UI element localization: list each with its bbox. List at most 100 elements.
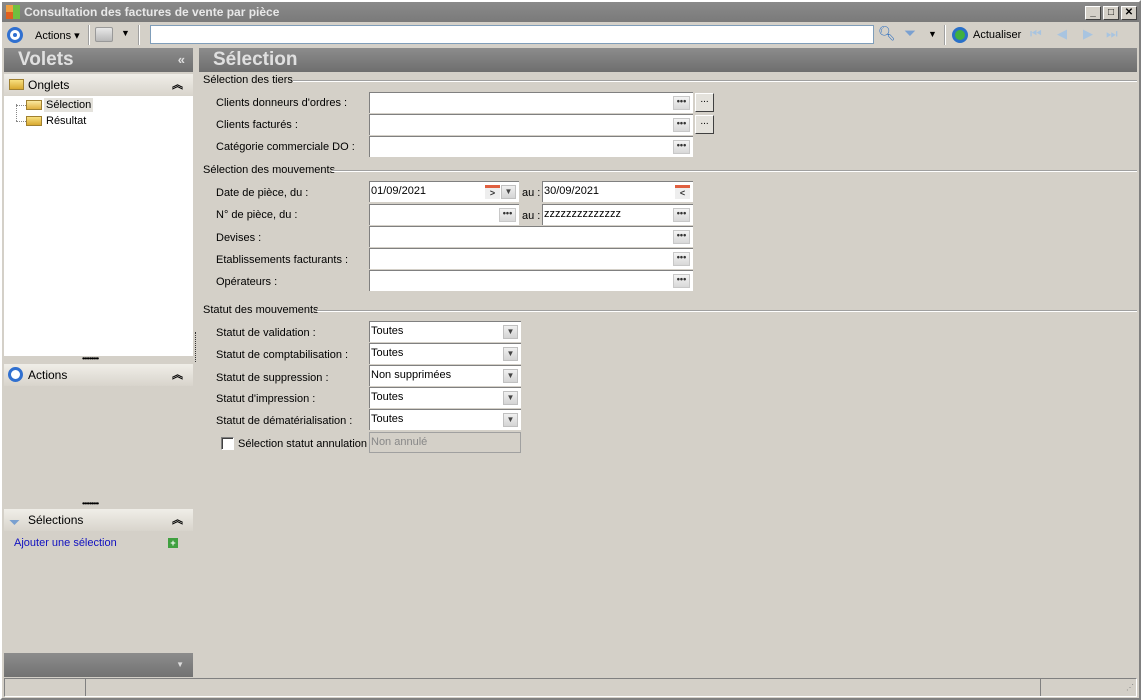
field-value: zzzzzzzzzzzzzz bbox=[544, 208, 621, 220]
field-value: 30/09/2021 bbox=[544, 185, 600, 197]
splitter-handle[interactable]: ••••••••• bbox=[82, 354, 99, 363]
statut-dematerialisation-select[interactable]: Toutes ▼ bbox=[369, 409, 521, 430]
divider bbox=[332, 170, 1137, 172]
vertical-splitter[interactable] bbox=[195, 332, 196, 362]
tabs-tree: Sélection Résultat bbox=[4, 96, 193, 356]
open-folder-icon bbox=[26, 100, 42, 110]
devises-input[interactable]: ••• bbox=[369, 226, 693, 247]
lookup-icon[interactable]: ••• bbox=[673, 96, 690, 110]
statut-impression-select[interactable]: Toutes ▼ bbox=[369, 387, 521, 408]
collapse-icon[interactable]: ︽ bbox=[172, 509, 183, 531]
statut-validation-select[interactable]: Toutes ▼ bbox=[369, 321, 521, 342]
actions-menu-label: Actions bbox=[35, 30, 72, 42]
maximize-button[interactable]: □ bbox=[1103, 6, 1119, 20]
select-value: Toutes bbox=[371, 413, 404, 425]
status-divider bbox=[1040, 679, 1041, 696]
print-icon[interactable] bbox=[95, 27, 113, 42]
piece-to-input[interactable]: zzzzzzzzzzzzzz ••• bbox=[542, 204, 693, 225]
volets-title: Volets bbox=[18, 49, 74, 70]
filter-icon: ⏷ bbox=[9, 514, 21, 530]
field-label: Date de pièce, du : bbox=[216, 187, 309, 199]
lookup-icon[interactable]: ••• bbox=[673, 252, 690, 266]
next-record-icon[interactable]: ▶ bbox=[1083, 26, 1093, 42]
field-label: N° de pièce, du : bbox=[216, 209, 298, 221]
section-title-tiers: Sélection des tiers bbox=[203, 74, 293, 86]
search-input[interactable] bbox=[150, 25, 874, 44]
annulation-checkbox[interactable] bbox=[221, 437, 234, 450]
divider bbox=[317, 310, 1137, 312]
first-record-icon[interactable]: ⏮ bbox=[1030, 26, 1042, 42]
extended-search-button[interactable]: ... bbox=[695, 115, 714, 134]
refresh-icon[interactable] bbox=[952, 27, 968, 43]
select-value: Toutes bbox=[371, 325, 404, 337]
toolbar: Actions ▾ ▼ 🔍︎ ⏷ ▼ Actualiser ⏮ ◀ ▶ ⏭ bbox=[2, 23, 1139, 47]
search-icon[interactable]: 🔍︎ bbox=[878, 25, 896, 42]
statut-suppression-select[interactable]: Non supprimées ▼ bbox=[369, 365, 521, 386]
last-record-icon[interactable]: ⏭ bbox=[1106, 26, 1118, 42]
print-dropdown-icon[interactable]: ▼ bbox=[121, 28, 130, 38]
clients-factures-input[interactable]: ••• bbox=[369, 114, 693, 135]
main-header: Sélection bbox=[199, 48, 1137, 72]
date-to-input[interactable]: 30/09/2021 < bbox=[542, 181, 693, 202]
folder-icon bbox=[9, 79, 24, 90]
etablissements-input[interactable]: ••• bbox=[369, 248, 693, 269]
annulation-label[interactable]: Sélection statut annulation bbox=[238, 438, 367, 450]
tree-item-label: Résultat bbox=[46, 115, 87, 127]
dropdown-icon[interactable]: ▼ bbox=[503, 325, 518, 339]
actions-header[interactable]: Actions ︽ bbox=[4, 364, 193, 386]
categorie-commerciale-input[interactable]: ••• bbox=[369, 136, 693, 157]
filter-icon[interactable]: ⏷ bbox=[904, 25, 916, 42]
field-label: Opérateurs : bbox=[216, 276, 278, 288]
section-title-statut: Statut des mouvements bbox=[203, 304, 319, 316]
extended-search-button[interactable]: ... bbox=[695, 93, 714, 112]
lookup-icon[interactable]: ••• bbox=[673, 140, 690, 154]
resize-grip-icon[interactable]: ⋰ bbox=[1126, 683, 1134, 692]
collapse-icon[interactable]: ︽ bbox=[172, 364, 183, 386]
add-icon[interactable]: + bbox=[168, 538, 178, 548]
dropdown-icon[interactable]: ▼ bbox=[503, 369, 518, 383]
lookup-icon[interactable]: ••• bbox=[673, 230, 690, 244]
dropdown-icon[interactable]: ▼ bbox=[501, 185, 516, 199]
lookup-icon[interactable]: ••• bbox=[499, 208, 516, 222]
status-bar: ⋰ bbox=[4, 678, 1137, 697]
collapse-icon[interactable]: ︽ bbox=[172, 74, 183, 96]
divider bbox=[293, 80, 1137, 82]
refresh-button[interactable]: Actualiser bbox=[973, 29, 1021, 41]
minimize-button[interactable]: _ bbox=[1085, 6, 1101, 20]
actions-icon bbox=[8, 367, 23, 382]
status-divider bbox=[85, 679, 86, 696]
panel-footer: ▼ bbox=[4, 653, 193, 677]
calendar-prev-icon[interactable]: < bbox=[675, 185, 690, 199]
lookup-icon[interactable]: ••• bbox=[673, 274, 690, 288]
add-selection-link[interactable]: Ajouter une sélection bbox=[14, 537, 117, 549]
actions-circle-icon bbox=[7, 27, 23, 43]
onglets-header[interactable]: Onglets ︽ bbox=[4, 74, 193, 96]
previous-record-icon[interactable]: ◀ bbox=[1057, 26, 1067, 42]
dropdown-icon[interactable]: ▼ bbox=[503, 413, 518, 427]
splitter-handle[interactable]: ••••••••• bbox=[82, 499, 99, 508]
lookup-icon[interactable]: ••• bbox=[673, 118, 690, 132]
close-button[interactable]: ✕ bbox=[1121, 6, 1137, 20]
dropdown-icon[interactable]: ▼ bbox=[503, 391, 518, 405]
page-title: Sélection bbox=[213, 49, 298, 70]
calendar-next-icon[interactable]: > bbox=[485, 185, 500, 199]
field-label: Catégorie commerciale DO : bbox=[216, 141, 355, 153]
lookup-icon[interactable]: ••• bbox=[673, 208, 690, 222]
filter-dropdown-icon[interactable]: ▼ bbox=[928, 29, 937, 39]
clients-donneurs-input[interactable]: ••• bbox=[369, 92, 693, 113]
piece-from-input[interactable]: ••• bbox=[369, 204, 519, 225]
date-from-input[interactable]: 01/09/2021 > ▼ bbox=[369, 181, 519, 202]
separator bbox=[88, 25, 90, 45]
actions-menu[interactable]: Actions ▾ bbox=[35, 29, 80, 42]
dropdown-icon[interactable]: ▼ bbox=[503, 347, 518, 361]
selections-label: Sélections bbox=[28, 513, 84, 527]
panel-menu-icon[interactable]: ▼ bbox=[176, 660, 184, 669]
collapse-panel-icon[interactable]: « bbox=[178, 48, 185, 72]
field-label: Statut de validation : bbox=[216, 327, 316, 339]
selections-header[interactable]: ⏷ Sélections ︽ bbox=[4, 509, 193, 531]
select-value: Toutes bbox=[371, 347, 404, 359]
select-value: Non supprimées bbox=[371, 369, 452, 381]
au-label: au : bbox=[522, 210, 541, 222]
statut-comptabilisation-select[interactable]: Toutes ▼ bbox=[369, 343, 521, 364]
operateurs-input[interactable]: ••• bbox=[369, 270, 693, 291]
